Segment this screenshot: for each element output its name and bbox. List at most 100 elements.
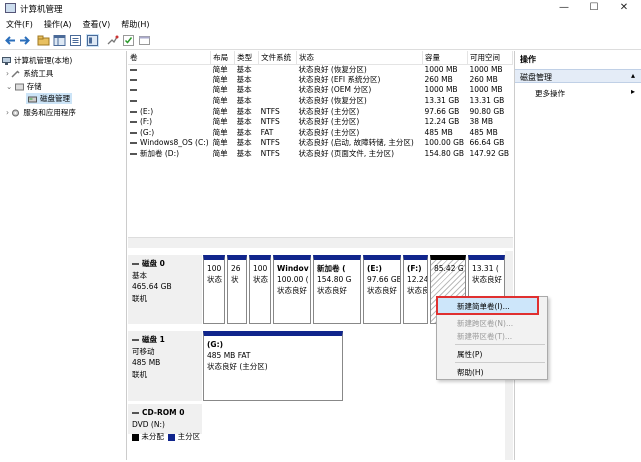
col-capacity[interactable]: 容量 [422, 51, 468, 65]
disk1-info[interactable]: 磁盘 1 可移动 485 MB 联机 [128, 331, 202, 401]
refresh-list-icon[interactable] [138, 34, 151, 47]
table-cell: 状态良好 (页面文件, 主分区) [298, 149, 395, 159]
volume-icon [130, 153, 137, 156]
partition[interactable]: 新加卷 (154.80 G 状态良好 [313, 255, 361, 324]
menu-help[interactable]: 帮助(H) [115, 17, 154, 30]
partition-label: (G:) [207, 340, 224, 349]
partition-g[interactable]: (G:) 485 MB FAT 状态良好 (主分区) [203, 331, 343, 401]
properties-icon[interactable] [69, 34, 82, 47]
table-cell: NTFS [260, 117, 280, 127]
table-row[interactable]: 简单 基本 状态良好 (EFI 系统分区) 260 MB 260 MB [128, 75, 513, 86]
partition[interactable]: (E:) 97.66 GB 状态良好 [363, 255, 401, 324]
more-actions[interactable]: 更多操作 ▸ [515, 87, 641, 99]
context-item-help[interactable]: 帮助(H) [457, 367, 484, 378]
table-cell [259, 85, 297, 96]
table-cell: 1000 MB [469, 64, 503, 74]
tree-root[interactable]: 计算机管理(本地) [2, 55, 72, 66]
check-icon[interactable] [122, 34, 135, 47]
table-row[interactable]: 简单 基本 状态良好 (恢复分区) 1000 MB 1000 MB [128, 64, 513, 75]
tree-item-disk-management[interactable]: 磁盘管理 [26, 93, 72, 104]
partition-status: 状态良 [407, 286, 428, 295]
disk-icon [132, 339, 139, 341]
partition[interactable]: (F:) 12.24 状态良 [403, 255, 428, 324]
maximize-button[interactable]: ☐ [580, 1, 608, 16]
chevron-right-icon[interactable]: ▸ [631, 87, 635, 96]
table-row[interactable]: 简单 基本 状态良好 (OEM 分区) 1000 MB 1000 MB [128, 85, 513, 96]
partition[interactable]: 100 状态 [203, 255, 225, 324]
table-cell: 基本 [236, 138, 252, 148]
menu-action[interactable]: 操作(A) [38, 17, 77, 30]
table-row[interactable]: (E:) 简单 基本 NTFS 状态良好 (主分区) 97.66 GB 90.80 GB [128, 106, 513, 117]
show-hide-tree-icon[interactable] [53, 34, 66, 47]
table-cell: 状态良好 (主分区) [298, 127, 360, 137]
chevron-down-icon[interactable]: ⌄ [6, 82, 12, 91]
disk0-name: 磁盘 0 [132, 258, 202, 270]
col-type[interactable]: 类型 [234, 51, 260, 65]
chevron-right-icon[interactable]: › [6, 108, 9, 117]
cdrom-name: CD-ROM 0 [132, 407, 202, 419]
context-item-new-spanned-volume[interactable]: 新建跨区卷(N)... [457, 318, 513, 329]
partition-status: 状态 [207, 275, 222, 284]
collapse-up-icon[interactable]: ▴ [631, 71, 635, 80]
partition-label: 新加卷 ( [317, 264, 346, 273]
col-free-space[interactable]: 可用空间 [467, 51, 514, 65]
table-row[interactable]: 新加卷 (D:) 简单 基本 NTFS 状态良好 (页面文件, 主分区) 154.80 G… [128, 149, 513, 160]
tree-item-system-tools[interactable]: › 系统工具 [6, 68, 53, 79]
legend: 未分配 主分区 [132, 431, 200, 442]
table-cell: 基本 [236, 64, 252, 74]
table-cell: 状态良好 (恢复分区) [298, 64, 367, 74]
chevron-right-icon[interactable]: › [6, 69, 9, 78]
menu-file[interactable]: 文件(F) [0, 17, 38, 30]
actions-section-disk-management[interactable]: 磁盘管理 ▴ [515, 69, 641, 83]
partition-label: Windov [277, 264, 309, 273]
col-filesystem[interactable]: 文件系统 [258, 51, 298, 65]
context-item-properties[interactable]: 属性(P) [457, 349, 482, 360]
disk-icon [132, 263, 139, 265]
horizontal-scrollbar[interactable] [128, 237, 513, 248]
cdrom-info[interactable]: CD-ROM 0 DVD (N:) [128, 404, 202, 434]
up-folder-icon[interactable] [37, 34, 50, 47]
table-cell: 基本 [236, 127, 252, 137]
menu-view[interactable]: 查看(V) [77, 17, 116, 30]
table-cell: 38 MB [469, 117, 494, 127]
table-row[interactable]: Windows8_OS (C:) 简单 基本 NTFS 状态良好 (启动, 故障转储, … [128, 138, 513, 149]
context-item-new-simple-volume[interactable]: 新建简单卷(I)... [436, 296, 539, 315]
tree-item-services[interactable]: › 服务和应用程序 [6, 107, 76, 118]
table-cell: 12.24 GB [424, 117, 460, 127]
forward-icon[interactable] [18, 34, 31, 47]
table-row[interactable]: (F:) 简单 基本 NTFS 状态良好 (主分区) 12.24 GB 38 MB [128, 117, 513, 128]
partition[interactable]: 100 状态 [249, 255, 271, 324]
table-row[interactable]: 简单 基本 状态良好 (恢复分区) 13.31 GB 13.31 GB [128, 96, 513, 107]
context-item-label: 新建简单卷(I)... [457, 302, 510, 311]
table-cell: 1000 MB [469, 85, 503, 95]
table-cell: 简单 [212, 64, 228, 74]
col-volume[interactable]: 卷 [128, 51, 212, 65]
table-cell: 简单 [212, 74, 228, 84]
partition-status: 状 [231, 275, 239, 284]
partition-status: 状态良好 (主分区) [207, 362, 268, 371]
volume-icon [130, 89, 137, 92]
context-item-new-striped-volume[interactable]: 新建带区卷(T)... [457, 331, 512, 342]
table-row[interactable]: (G:) 简单 基本 FAT 状态良好 (主分区) 485 MB 485 MB [128, 128, 513, 139]
col-layout[interactable]: 布局 [210, 51, 236, 65]
partition[interactable]: Windov 100.00 (状态良好 [273, 255, 311, 324]
partition[interactable]: 26 状 [227, 255, 247, 324]
table-cell: 基本 [236, 149, 252, 159]
close-button[interactable]: ✕ [610, 1, 638, 16]
col-status[interactable]: 状态 [296, 51, 423, 65]
disk1-size: 485 MB [132, 358, 161, 367]
table-cell: 基本 [236, 117, 252, 127]
back-icon[interactable] [4, 34, 17, 47]
window-title: 计算机管理 [20, 5, 63, 15]
minimize-button[interactable]: — [550, 1, 578, 16]
partition-size: 97.66 GB [367, 275, 401, 284]
view-icon[interactable] [86, 34, 99, 47]
disk1-type: 可移动 [132, 346, 155, 356]
connect-icon[interactable] [106, 34, 119, 47]
table-cell: 13.31 GB [424, 96, 460, 106]
disk0-status: 联机 [132, 293, 147, 303]
tree-item-storage[interactable]: ⌄ 存储 [6, 81, 42, 92]
disk0-info[interactable]: 磁盘 0 基本 465.64 GB 联机 [128, 255, 202, 324]
table-cell: 新加卷 (D:) [128, 149, 211, 160]
table-cell: 简单 [212, 127, 228, 137]
